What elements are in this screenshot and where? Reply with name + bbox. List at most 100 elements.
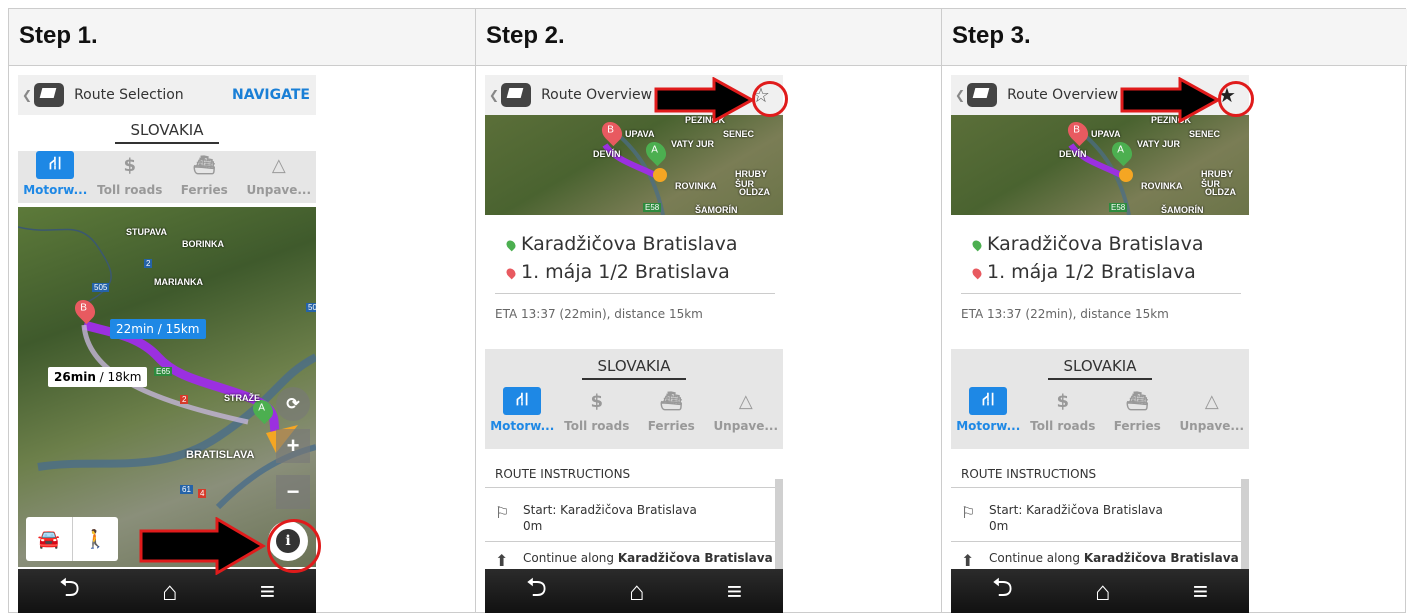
tab-ferries[interactable]: ⛴ Ferries — [634, 387, 709, 439]
map-town-label: HRUBY ŠUR — [1201, 169, 1233, 189]
back-icon[interactable]: ⮌ — [59, 569, 80, 613]
tab-unpaved[interactable]: △ Unpave... — [709, 387, 784, 439]
pointer-arrow-icon — [654, 77, 756, 123]
menu-icon[interactable]: ≡ — [260, 576, 275, 607]
step-1-heading: Step 1. — [9, 9, 475, 66]
menu-icon[interactable]: ≡ — [727, 576, 742, 607]
origin-address: Karadžičova Bratislava — [970, 233, 1203, 255]
pointer-arrow-icon — [139, 517, 266, 575]
map-town-label: STUPAVA — [126, 227, 168, 237]
highlight-circle — [1218, 81, 1254, 117]
map-town-label: UPAVA — [625, 129, 655, 139]
home-icon[interactable]: ⌂ — [1095, 576, 1111, 607]
back-chevron-icon[interactable]: ❮ — [955, 88, 965, 102]
back-icon[interactable]: ⮌ — [992, 569, 1013, 613]
map-town-label: OLDZA — [739, 187, 770, 197]
android-nav-bar: ⮌ ⌂ ≡ — [951, 569, 1249, 613]
step-2-heading: Step 2. — [476, 9, 941, 66]
back-chevron-icon[interactable]: ❮ — [489, 88, 499, 102]
minus-icon: − — [286, 479, 300, 504]
dollar-icon: $ — [590, 390, 604, 412]
screen-title: Route Selection — [74, 87, 184, 103]
map-town-label: ROVINKA — [1141, 181, 1183, 191]
home-icon[interactable]: ⌂ — [162, 576, 178, 607]
map-town-label: BRATISLAVA — [186, 449, 255, 461]
dollar-icon: $ — [123, 154, 137, 176]
tab-toll-roads[interactable]: $ Toll roads — [93, 151, 168, 203]
route-instructions-heading: ROUTE INSTRUCTIONS — [495, 467, 631, 481]
scrollbar[interactable] — [1241, 479, 1249, 573]
app-logo-icon[interactable] — [34, 83, 65, 107]
instruction-row[interactable]: ⚐ Start: Karadžičova Bratislava 0m — [495, 503, 773, 533]
tab-ferries[interactable]: ⛴ Ferries — [1100, 387, 1175, 439]
back-icon[interactable]: ⮌ — [526, 569, 547, 613]
destination-pin-icon — [504, 266, 518, 280]
flag-icon: ⚐ — [495, 503, 510, 522]
menu-icon[interactable]: ≡ — [1193, 576, 1208, 607]
map-town-label: DEVÍN — [593, 149, 621, 159]
warning-triangle-icon: △ — [1204, 390, 1219, 412]
road-number: E65 — [154, 367, 173, 376]
plus-icon: + — [286, 433, 300, 458]
android-nav-bar: ⮌ ⌂ ≡ — [485, 569, 783, 613]
divider — [951, 541, 1249, 542]
origin-address: Karadžičova Bratislava — [504, 233, 737, 255]
eta-text: ETA 13:37 (22min), distance 15km — [961, 307, 1169, 321]
map-town-label: ŠAMORÍN — [695, 205, 738, 215]
destination-pin-icon — [970, 266, 984, 280]
compass-button[interactable]: ⟳ — [276, 387, 310, 421]
step-1-column: Step 1. ❮ Route Selection NAVIGATE SLOVA… — [9, 9, 476, 613]
car-icon[interactable]: 🚘 — [26, 517, 73, 561]
route-map[interactable]: B A 22min / 15km 26min / 18km STUPAVA BO… — [18, 207, 316, 567]
ferry-icon: ⛴ — [192, 154, 216, 176]
tab-unpaved[interactable]: △ Unpave... — [1175, 387, 1250, 439]
route-mini-map[interactable]: B A UPAVA SENEC PEZINOK DEVÍN VATY JUR H… — [951, 115, 1249, 216]
route-mini-map[interactable]: B A UPAVA SENEC PEZINOK DEVÍN VATY JUR H… — [485, 115, 783, 216]
route-option-alternative[interactable]: 26min / 18km — [48, 367, 148, 387]
app-bar: ❮ Route Selection NAVIGATE — [18, 75, 316, 115]
tab-motorways[interactable]: ⛙ Motorw... — [951, 387, 1026, 439]
country-label: SLOVAKIA — [18, 121, 316, 144]
map-town-label: SENEC — [723, 129, 755, 139]
origin-pin-icon — [504, 238, 518, 252]
divider — [495, 293, 775, 294]
tab-ferries[interactable]: ⛴ Ferries — [167, 151, 242, 203]
walk-icon[interactable]: 🚶 — [73, 517, 119, 561]
navigate-button[interactable]: NAVIGATE — [232, 87, 310, 103]
map-town-label: DEVÍN — [1059, 149, 1087, 159]
step-2-column: Step 2. ❮ Route Overview ☆ B A UPAVA SEN… — [476, 9, 942, 613]
back-chevron-icon[interactable]: ❮ — [22, 88, 32, 102]
zoom-in-button[interactable]: + — [276, 429, 310, 463]
divider — [951, 487, 1249, 488]
road-number: E58 — [643, 203, 662, 212]
instruction-row[interactable]: ⬆ Continue along Karadžičova Bratislava — [495, 551, 773, 570]
route-option-primary[interactable]: 22min / 15km — [110, 319, 206, 339]
eta-text: ETA 13:37 (22min), distance 15km — [495, 307, 703, 321]
tab-toll-roads[interactable]: $ Toll roads — [1026, 387, 1101, 439]
scrollbar[interactable] — [775, 479, 783, 573]
motorway-icon: ⛙ — [36, 151, 75, 179]
road-number: 2 — [180, 395, 189, 404]
home-icon[interactable]: ⌂ — [629, 576, 645, 607]
avoid-options-tabs: ⛙ Motorw... $ Toll roads ⛴ Ferries △ Unpave.… — [18, 151, 316, 203]
origin-pin-icon — [970, 238, 984, 252]
instruction-row[interactable]: ⚐ Start: Karadžičova Bratislava 0m — [961, 503, 1239, 533]
ferry-icon: ⛴ — [659, 390, 683, 412]
road-number: E58 — [1109, 203, 1128, 212]
phone-screen-route-overview-saved: ❮ Route Overview ★ B A UPAVA SENEC PEZIN… — [951, 75, 1249, 613]
divider — [485, 541, 783, 542]
app-logo-icon[interactable] — [967, 83, 998, 107]
zoom-out-button[interactable]: − — [276, 475, 310, 509]
road-number: 50 — [306, 303, 316, 312]
tab-unpaved[interactable]: △ Unpave... — [242, 151, 317, 203]
avoid-options-tabs: ⛙ Motorw... $ Toll roads ⛴ Ferries △ Unpave.… — [485, 387, 783, 439]
app-logo-icon[interactable] — [501, 83, 532, 107]
instruction-row[interactable]: ⬆ Continue along Karadžičova Bratislava — [961, 551, 1239, 570]
map-town-label: ŠAMORÍN — [1161, 205, 1204, 215]
flag-icon: ⚐ — [961, 503, 976, 522]
motorway-icon: ⛙ — [969, 387, 1008, 415]
tab-motorways[interactable]: ⛙ Motorw... — [485, 387, 560, 439]
tab-motorways[interactable]: ⛙ Motorw... — [18, 151, 93, 203]
steps-table: Step 1. ❮ Route Selection NAVIGATE SLOVA… — [8, 8, 1407, 613]
tab-toll-roads[interactable]: $ Toll roads — [560, 387, 635, 439]
